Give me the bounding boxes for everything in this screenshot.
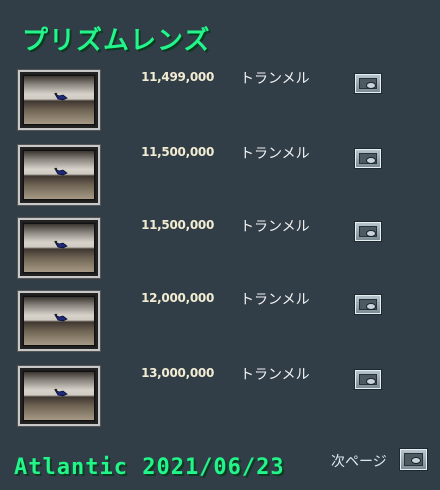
eye-icon	[359, 299, 377, 310]
listing-seller: トランメル	[240, 367, 310, 383]
eye-icon	[359, 153, 377, 164]
listing-row: 12,000,000 トランメル	[0, 291, 440, 353]
page-title: プリズムレンズ	[22, 26, 211, 56]
listing-seller: トランメル	[240, 219, 310, 235]
item-thumbnail[interactable]	[18, 70, 100, 130]
view-item-button[interactable]	[355, 222, 381, 241]
listing-row: 11,499,000 トランメル	[0, 70, 440, 132]
listing-row: 11,500,000 トランメル	[0, 145, 440, 207]
item-thumbnail[interactable]	[18, 145, 100, 205]
next-page-link[interactable]: 次ページ	[331, 451, 387, 471]
server-date-label: Atlantic 2021/06/23	[14, 455, 285, 480]
prism-lens-icon	[23, 223, 95, 273]
prism-lens-icon	[23, 296, 95, 346]
listing-seller: トランメル	[240, 292, 310, 308]
view-item-button[interactable]	[355, 149, 381, 168]
item-thumbnail[interactable]	[18, 291, 100, 351]
item-thumbnail[interactable]	[18, 366, 100, 426]
listing-price: 11,500,000	[141, 145, 214, 159]
prism-lens-icon	[23, 150, 95, 200]
item-thumbnail[interactable]	[18, 218, 100, 278]
eye-icon	[359, 78, 377, 89]
view-item-button[interactable]	[355, 295, 381, 314]
listing-price: 12,000,000	[141, 291, 214, 305]
eye-icon	[359, 374, 377, 385]
listing-row: 11,500,000 トランメル	[0, 218, 440, 280]
next-page-button[interactable]	[400, 449, 427, 470]
listing-row: 13,000,000 トランメル	[0, 366, 440, 428]
eye-icon	[359, 226, 377, 237]
prism-lens-icon	[23, 75, 95, 125]
prism-lens-icon	[23, 371, 95, 421]
listing-seller: トランメル	[240, 146, 310, 162]
view-item-button[interactable]	[355, 74, 381, 93]
eye-icon	[404, 453, 423, 466]
listing-seller: トランメル	[240, 71, 310, 87]
listing-price: 11,500,000	[141, 218, 214, 232]
listing-price: 13,000,000	[141, 366, 214, 380]
listing-price: 11,499,000	[141, 70, 214, 84]
view-item-button[interactable]	[355, 370, 381, 389]
